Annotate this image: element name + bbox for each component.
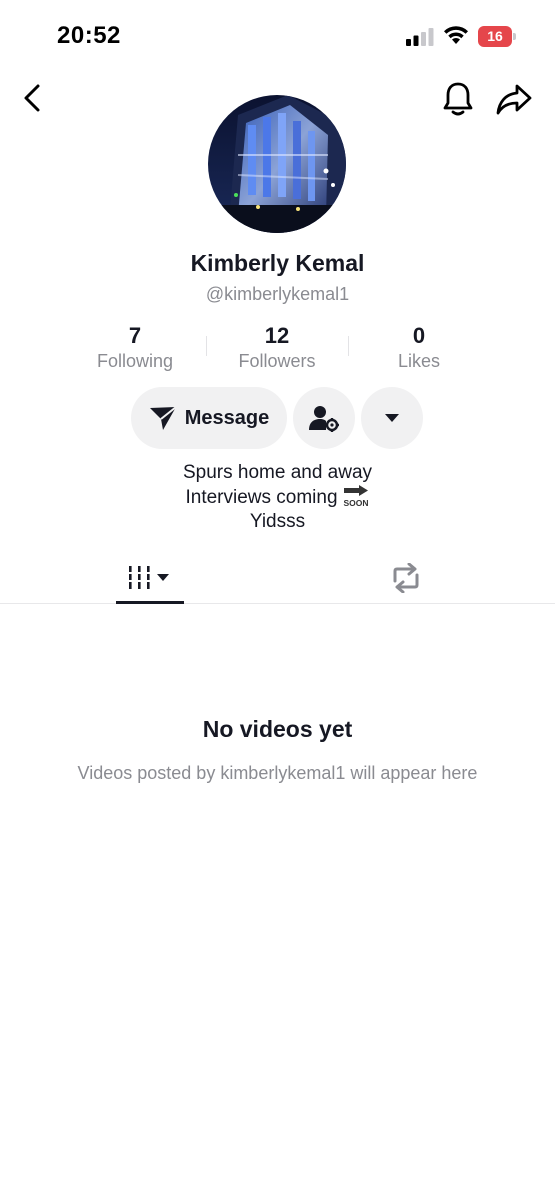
message-button[interactable]: Message — [131, 387, 287, 449]
stat-followers[interactable]: 12 Followers — [206, 322, 348, 372]
stat-likes[interactable]: 0 Likes — [348, 322, 490, 372]
following-label: Following — [96, 351, 174, 371]
chevron-left-icon[interactable] — [18, 82, 48, 114]
bio-line-2-row: Interviews coming SOON — [0, 485, 555, 510]
friend-settings-button[interactable] — [293, 387, 355, 449]
wifi-icon — [444, 26, 468, 44]
battery-indicator: 16 — [478, 26, 516, 47]
following-count: 7 — [128, 323, 142, 348]
stat-following[interactable]: 7 Following — [64, 322, 206, 372]
likes-count: 0 — [412, 323, 426, 348]
message-label: Message — [184, 406, 270, 429]
username-handle[interactable]: @kimberlykemal1 — [0, 284, 555, 305]
share-arrow-icon[interactable] — [495, 82, 533, 116]
send-icon — [149, 406, 177, 430]
followers-count: 12 — [264, 323, 290, 348]
battery-level: 16 — [478, 26, 512, 47]
status-bar: 20:52 16 — [0, 0, 555, 70]
bio-line-1: Spurs home and away — [182, 462, 373, 483]
cellular-signal-icon — [406, 28, 434, 46]
followers-label: Followers — [238, 351, 316, 371]
bio: Spurs home and away Interviews coming SO… — [0, 461, 555, 534]
tab-videos[interactable] — [116, 552, 184, 604]
profile-actions: Message — [0, 387, 555, 449]
profile-stats: 7 Following 12 Followers 0 Likes — [64, 322, 491, 376]
bio-line-2: Interviews coming — [185, 487, 338, 508]
content-tabs — [0, 552, 555, 604]
grid-bars-icon — [129, 566, 169, 589]
empty-state-title: No videos yet — [202, 716, 353, 742]
avatar[interactable] — [208, 95, 346, 233]
empty-state-subtitle: Videos posted by kimberlykemal1 will app… — [77, 763, 478, 783]
display-name: Kimberly Kemal — [190, 250, 365, 276]
caret-down-icon — [385, 414, 399, 422]
more-options-button[interactable] — [361, 387, 423, 449]
stadium-night-photo — [208, 95, 346, 233]
tab-reposts[interactable] — [372, 552, 440, 604]
status-time: 20:52 — [57, 22, 121, 49]
soon-arrow-icon: SOON — [343, 485, 368, 507]
svg-text:SOON: SOON — [343, 498, 368, 507]
bio-line-3: Yidsss — [249, 511, 306, 532]
bell-icon[interactable] — [440, 80, 476, 118]
active-tab-indicator — [116, 601, 184, 604]
likes-label: Likes — [397, 351, 441, 371]
person-gear-icon — [309, 406, 339, 432]
repost-icon — [393, 563, 419, 593]
